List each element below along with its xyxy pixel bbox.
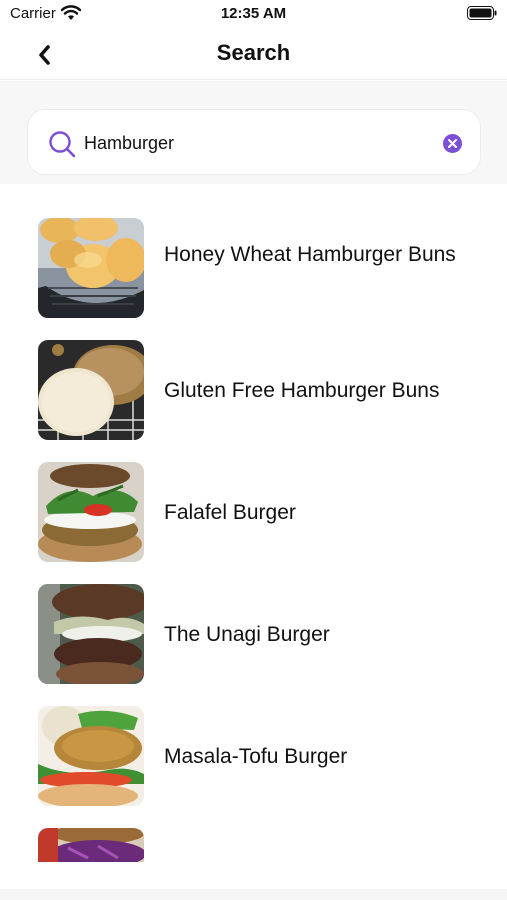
list-item[interactable]: Gluten Free Hamburger Buns bbox=[0, 306, 507, 440]
search-area: Hamburger bbox=[0, 81, 507, 184]
cabbage-burger-image bbox=[38, 828, 144, 862]
search-query[interactable]: Hamburger bbox=[84, 133, 174, 154]
recipe-title: Gluten Free Hamburger Buns bbox=[164, 379, 440, 402]
recipe-thumbnail bbox=[38, 584, 144, 684]
recipe-thumbnail bbox=[38, 340, 144, 440]
navigation-bar: Search bbox=[0, 30, 507, 80]
search-input[interactable]: Hamburger bbox=[27, 109, 481, 175]
bottom-safe-area bbox=[0, 889, 507, 900]
unagi-burger-image bbox=[38, 584, 144, 684]
falafel-burger-image bbox=[38, 462, 144, 562]
recipe-title: Falafel Burger bbox=[164, 501, 296, 524]
recipe-thumbnail bbox=[38, 706, 144, 806]
status-bar: Carrier 12:35 AM bbox=[0, 0, 507, 30]
list-item[interactable]: Masala-Tofu Burger bbox=[0, 672, 507, 806]
search-icon bbox=[49, 131, 76, 158]
list-item[interactable] bbox=[0, 794, 507, 862]
clock: 12:35 AM bbox=[220, 5, 287, 22]
recipe-thumbnail bbox=[38, 828, 144, 862]
sliced-bun-image bbox=[38, 340, 144, 440]
list-item[interactable]: Falafel Burger bbox=[0, 428, 507, 562]
recipe-thumbnail bbox=[38, 218, 144, 318]
tofu-burger-image bbox=[38, 706, 144, 806]
battery-icon bbox=[467, 6, 497, 20]
buns-in-basket-image bbox=[38, 218, 144, 318]
recipe-title: Honey Wheat Hamburger Buns bbox=[164, 243, 456, 266]
page-title: Search bbox=[216, 40, 291, 65]
results-list: Honey Wheat Hamburger Buns Gluten Free H… bbox=[0, 184, 507, 862]
clear-circle-icon[interactable] bbox=[443, 134, 462, 153]
recipe-title: Masala-Tofu Burger bbox=[164, 745, 348, 768]
list-item[interactable]: The Unagi Burger bbox=[0, 550, 507, 684]
list-item[interactable]: Honey Wheat Hamburger Buns bbox=[0, 184, 507, 318]
recipe-thumbnail bbox=[38, 462, 144, 562]
recipe-title: The Unagi Burger bbox=[164, 623, 330, 646]
